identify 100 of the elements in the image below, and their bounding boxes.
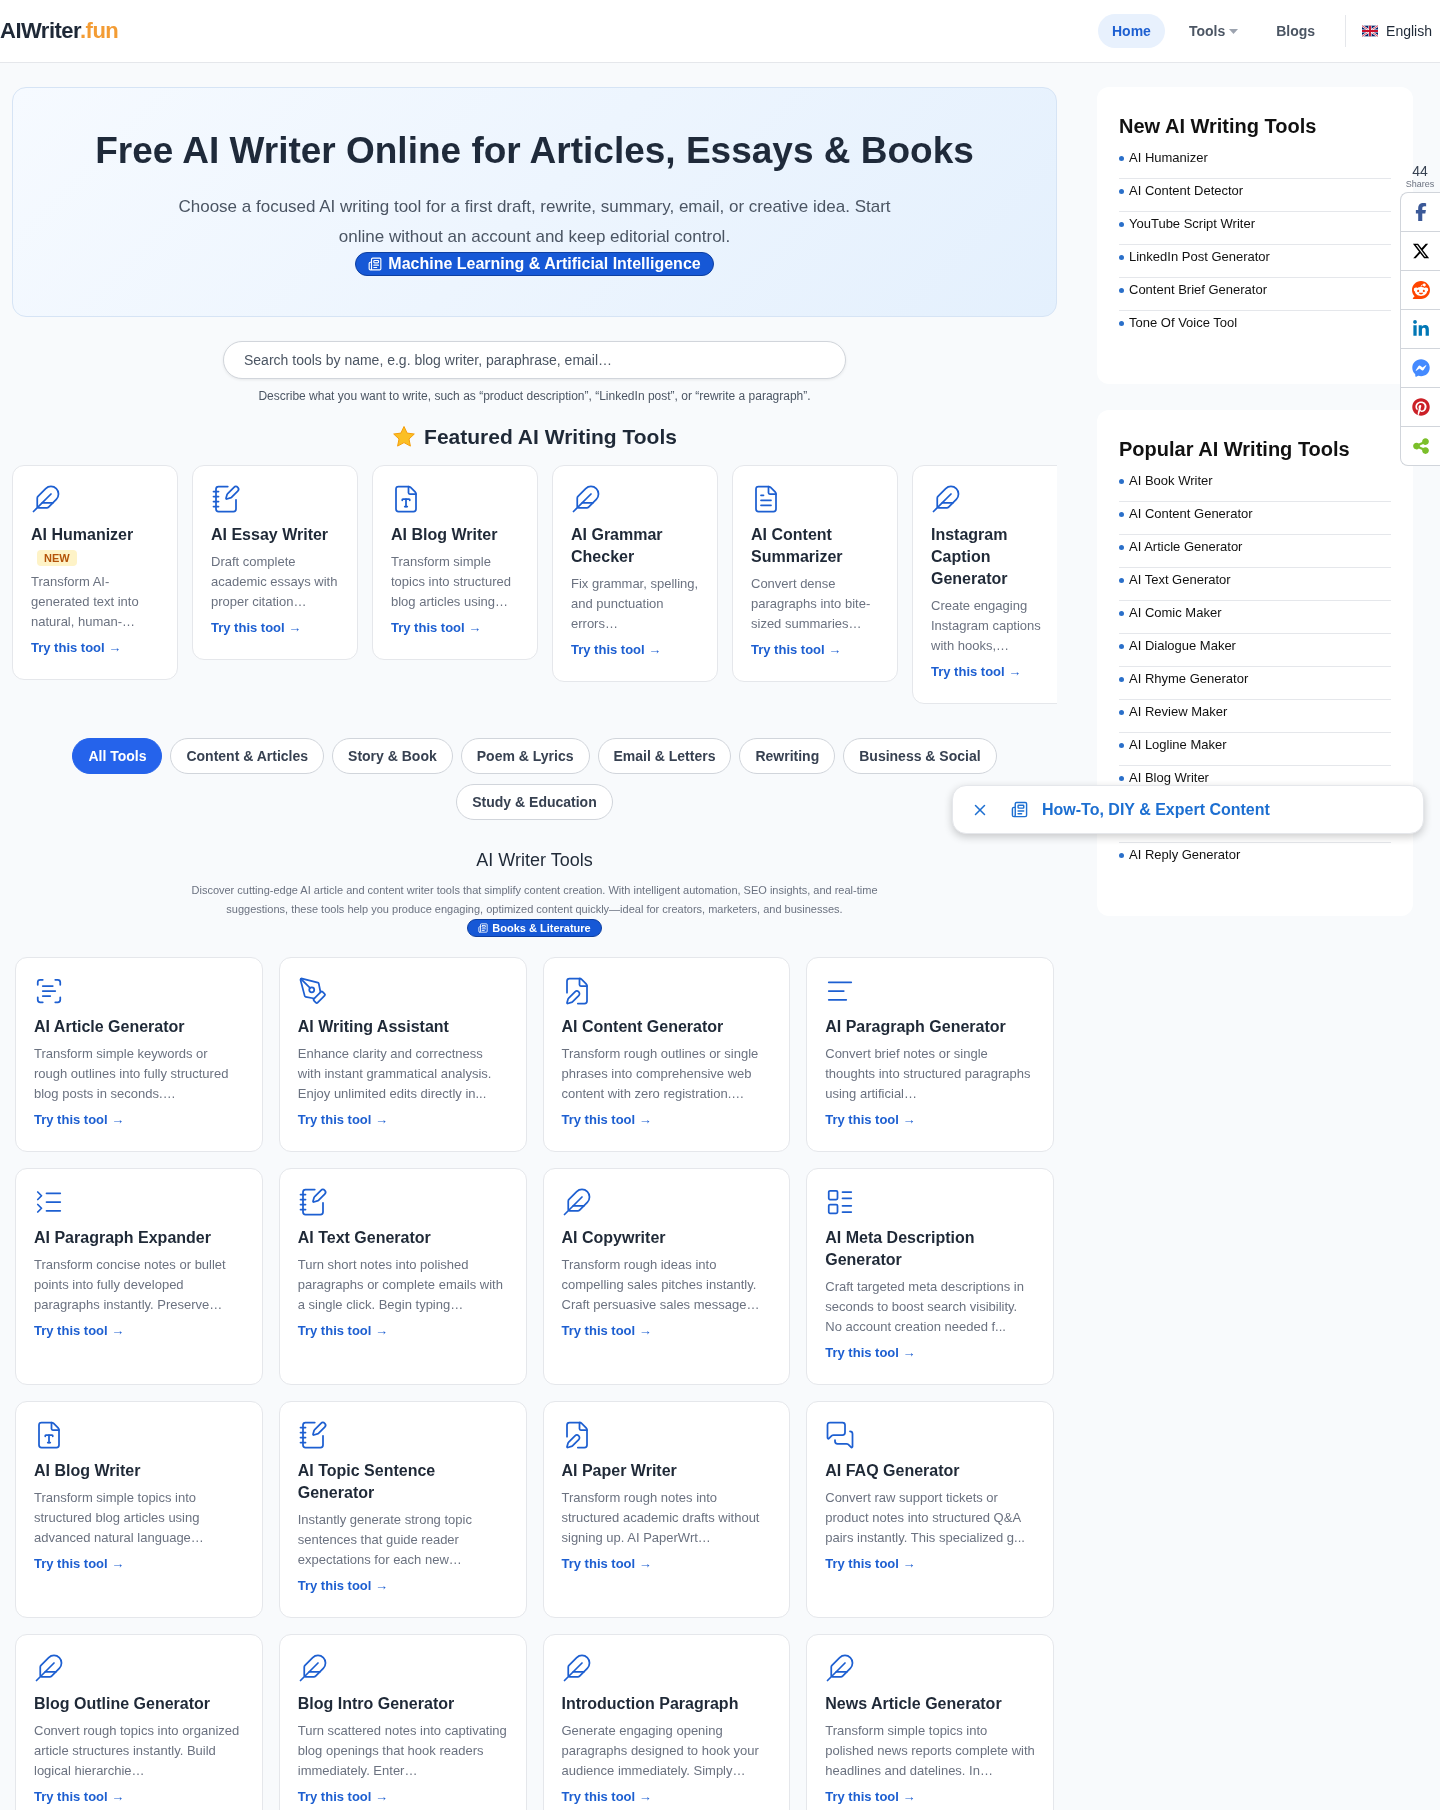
bullet-icon	[1119, 578, 1124, 583]
sidebar-link[interactable]: AI Rhyme Generator	[1129, 671, 1249, 686]
tool-card[interactable]: Blog Intro Generator Turn scattered notes into captivating blog openings that hook readers immediately. Enter… Try this tool →	[278, 1634, 527, 1810]
tool-title: AI Essay Writer	[211, 525, 329, 545]
tool-description: Turn scattered notes into captivating blog openings that hook readers immediately. Enter…	[297, 1722, 508, 1780]
try-tool-link[interactable]: Try this tool →	[561, 1556, 652, 1571]
tool-description: Transform simple topics into structured blog articles using advanced natural language…	[34, 1489, 205, 1547]
share-button[interactable]	[1400, 192, 1440, 232]
tool-card[interactable]: AI Paper Writer Transform rough notes into structured academic drafts without signing up. AI PaperWrt… Try this tool →	[542, 1401, 791, 1618]
tool-card[interactable]: AI Essay Writer Draft complete academic essays with proper citation… Try this tool →	[192, 465, 358, 660]
try-tool-link[interactable]: Try this tool →	[825, 1556, 916, 1571]
tool-card[interactable]: AI Content Generator Transform rough outlines or single phrases into comprehensive web content with zero registration.… Try this tool →	[542, 957, 791, 1152]
try-tool-link[interactable]: Try this tool →	[825, 1345, 916, 1360]
search-field[interactable]: Search tools by name, e.g. blog writer, paraphrase, email…	[223, 341, 846, 379]
filter-chip[interactable]: Content & Articles	[170, 738, 325, 774]
tool-card[interactable]: AI Blog Writer Transform simple topics into structured blog articles using… Try this tool →	[372, 465, 538, 660]
try-tool-link[interactable]: Try this tool →	[297, 1789, 389, 1804]
sidebar-link[interactable]: AI Content Generator	[1129, 506, 1253, 521]
try-tool-link[interactable]: Try this tool →	[297, 1323, 389, 1338]
try-tool-link[interactable]: Try this tool →	[931, 664, 1022, 679]
tool-card[interactable]: AI Copywriter Transform rough ideas into compelling sales pitches instantly. Craft persuasive sales message… Try this tool →	[542, 1168, 791, 1385]
tool-card[interactable]: AI Grammar Checker Fix grammar, spelling, and punctuation errors… Try this tool →	[552, 465, 718, 682]
sidebar-link[interactable]: YouTube Script Writer	[1129, 216, 1255, 231]
try-tool-link[interactable]: Try this tool →	[34, 1789, 125, 1804]
tool-card[interactable]: AI Paragraph Expander Transform concise notes or bullet points into fully developed paragraphs instantly. Preserve… Try this tool →	[15, 1168, 263, 1385]
tool-card[interactable]: AI Content Summarizer Convert dense paragraphs into bite-sized summaries… Try this tool →	[732, 465, 898, 682]
bullet-icon	[1119, 255, 1124, 260]
try-tool-link[interactable]: Try this tool →	[34, 1556, 125, 1571]
try-tool-link[interactable]: Try this tool →	[297, 1112, 389, 1127]
bullet-icon	[1119, 710, 1124, 715]
tool-card[interactable]: AI Topic Sentence Generator Instantly generate strong topic sentences that guide reader expectations for each new… Try this tool →	[278, 1401, 527, 1618]
sidebar-link[interactable]: AI Review Maker	[1129, 704, 1228, 719]
toast-link[interactable]: How-To, DIY & Expert Content	[1042, 800, 1270, 819]
nav-link[interactable]: Home	[1098, 14, 1165, 48]
try-tool-link[interactable]: Try this tool →	[34, 1323, 125, 1338]
filter-chip[interactable]: Email & Letters	[597, 738, 732, 774]
sidebar-link[interactable]: AI Blog Writer	[1129, 770, 1209, 785]
new-badge: NEW	[37, 550, 77, 566]
tool-card[interactable]: AI Meta Description Generator Craft targeted meta descriptions in seconds to boost search visibility. No account creation needed f... Try this tool →	[806, 1168, 1054, 1385]
sidebar-link[interactable]: AI Comic Maker	[1129, 605, 1222, 620]
tool-card[interactable]: News Article Generator Transform simple topics into polished news reports complete with headlines and datelines. In… Try this tool →	[806, 1634, 1054, 1810]
bullet-icon	[1119, 677, 1124, 682]
sidebar-link[interactable]: AI Reply Generator	[1129, 847, 1241, 862]
share-button[interactable]	[1400, 231, 1440, 271]
notebook-pen-icon	[297, 1187, 328, 1217]
nav-link[interactable]: Blogs	[1262, 14, 1330, 48]
tool-description: Transform concise notes or bullet points into fully developed paragraphs instantly. Preserve…	[34, 1256, 227, 1314]
filter-chip[interactable]: Poem & Lyrics	[460, 738, 590, 774]
newspaper-icon	[368, 257, 383, 271]
tool-card[interactable]: Introduction Paragraph Generate engaging opening paragraphs designed to hook your audience immediately. Simply… Try this tool →	[542, 1634, 791, 1810]
sidebar-link[interactable]: AI Text Generator	[1129, 572, 1231, 587]
tool-card[interactable]: AI Article Generator Transform simple keywords or rough outlines into fully structured blog posts in seconds.… Try this tool →	[15, 957, 263, 1152]
try-tool-link[interactable]: Try this tool →	[34, 1112, 125, 1127]
tool-card[interactable]: AI FAQ Generator Convert raw support tickets or product notes into structured Q&A pairs instantly. This specialized g... Try this tool →	[806, 1401, 1054, 1618]
tool-title: AI Humanizer	[31, 525, 134, 545]
try-tool-link[interactable]: Try this tool →	[571, 642, 662, 657]
tool-title: AI Content Generator	[561, 1017, 724, 1037]
sidebar-link[interactable]: AI Content Detector	[1129, 183, 1244, 198]
sidebar-link[interactable]: Tone Of Voice Tool	[1129, 315, 1238, 330]
try-tool-link[interactable]: Try this tool →	[561, 1112, 652, 1127]
tool-description: Transform simple keywords or rough outlines into fully structured blog posts in seconds.…	[34, 1045, 230, 1103]
feather-icon	[571, 484, 601, 514]
category-tag[interactable]: Machine Learning & Artificial Intelligence	[355, 252, 714, 276]
try-tool-link[interactable]: Try this tool →	[211, 620, 302, 635]
filter-chip[interactable]: Story & Book	[332, 738, 453, 774]
category-tag[interactable]: Books & Literature	[467, 919, 602, 937]
try-tool-link[interactable]: Try this tool →	[561, 1789, 652, 1804]
language-selector[interactable]: English	[1386, 23, 1432, 39]
nav-link[interactable]: Tools	[1174, 14, 1253, 48]
try-tool-link[interactable]: Try this tool →	[825, 1789, 916, 1804]
bullet-icon	[1119, 743, 1124, 748]
try-tool-link[interactable]: Try this tool →	[561, 1323, 652, 1338]
tool-card[interactable]: AI Paragraph Generator Convert brief notes or single thoughts into structured paragraphs using artificial… Try this tool →	[806, 957, 1054, 1152]
filter-chip[interactable]: Rewriting	[739, 738, 836, 774]
try-tool-link[interactable]: Try this tool →	[31, 640, 122, 655]
tool-card[interactable]: Blog Outline Generator Convert rough topics into organized article structures instantly. Build logical hierarchie… Try this tool →	[15, 1634, 263, 1810]
sidebar-link[interactable]: AI Article Generator	[1129, 539, 1243, 554]
sidebar-link[interactable]: Content Brief Generator	[1129, 282, 1268, 297]
sidebar-link[interactable]: LinkedIn Post Generator	[1129, 249, 1270, 264]
tool-card[interactable]: Instagram Caption Generator Create engaging Instagram captions with hooks,… Try this tool →	[912, 465, 1057, 704]
sidebar-link[interactable]: AI Humanizer	[1129, 150, 1208, 165]
tool-card[interactable]: AI Blog Writer Transform simple topics into structured blog articles using advanced natural language… Try this tool →	[15, 1401, 263, 1618]
try-tool-link[interactable]: Try this tool →	[751, 642, 842, 657]
filter-chip[interactable]: Business & Social	[843, 738, 997, 774]
featured-heading: Featured AI Writing Tools	[424, 425, 677, 449]
filter-chip[interactable]: All Tools	[72, 738, 163, 774]
tool-description: Transform simple topics into structured blog articles using…	[391, 553, 512, 611]
tool-card[interactable]: AI Humanizer NEW Transform AI-generated text into natural, human-… Try this tool →	[12, 465, 178, 680]
try-tool-link[interactable]: Try this tool →	[825, 1112, 916, 1127]
filter-chip[interactable]: Study & Education	[456, 784, 613, 820]
site-logo[interactable]: AIWriter.fun	[0, 18, 119, 44]
sidebar-link[interactable]: AI Book Writer	[1129, 473, 1213, 488]
sidebar-link[interactable]: AI Dialogue Maker	[1129, 638, 1236, 653]
tool-card[interactable]: AI Text Generator Turn short notes into polished paragraphs or complete emails with a single click. Begin typing… Try this tool →	[278, 1168, 527, 1385]
try-tool-link[interactable]: Try this tool →	[297, 1578, 389, 1593]
tool-card[interactable]: AI Writing Assistant Enhance clarity and correctness with instant grammatical analysis. Enjoy unlimited edits directly in... Try this tool →	[278, 957, 527, 1152]
sidebar-link[interactable]: AI Logline Maker	[1129, 737, 1227, 752]
try-tool-link[interactable]: Try this tool →	[391, 620, 482, 635]
star-icon	[392, 425, 417, 449]
bullet-icon	[1119, 776, 1124, 781]
